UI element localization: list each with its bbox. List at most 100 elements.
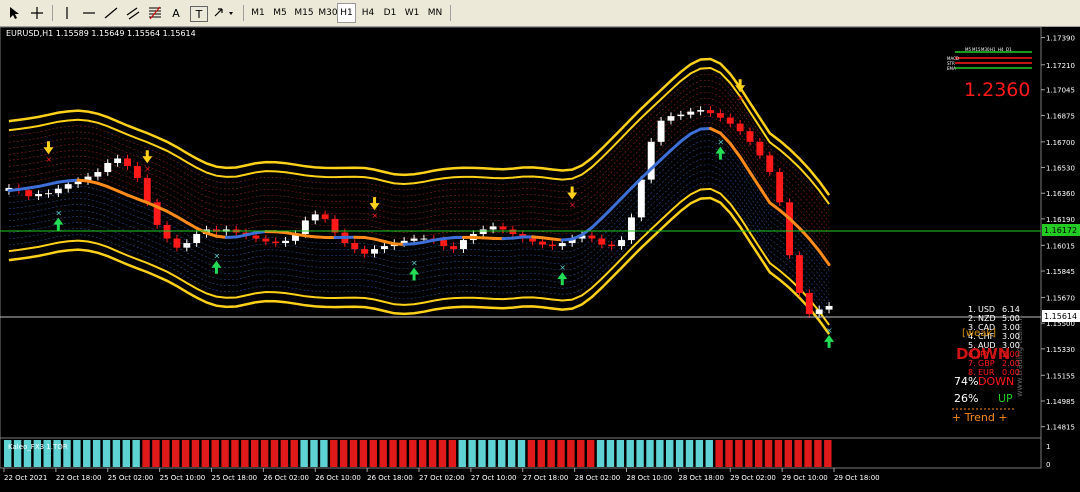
candle-bear xyxy=(539,242,546,245)
sub-bar-down xyxy=(765,440,772,467)
fibonacci-icon[interactable] xyxy=(146,3,164,23)
y-tick-label: 1.16015 xyxy=(1046,242,1075,250)
y-tick-label: 1.17390 xyxy=(1046,35,1075,43)
sub-bar-up xyxy=(656,440,663,467)
toolbar-separator xyxy=(450,5,451,21)
sub-bar-down xyxy=(330,440,337,467)
candle-bear xyxy=(707,110,714,113)
candle-bear xyxy=(262,239,269,242)
sub-bar-up xyxy=(488,440,495,467)
sub-bar-up xyxy=(113,440,120,467)
sub-bar-down xyxy=(370,440,377,467)
y-axis: 1.173901.172101.170451.168751.167001.165… xyxy=(1041,35,1075,469)
cs-value-1: 6.14 xyxy=(1002,305,1020,314)
x-tick-label: 29 Oct 10:00 xyxy=(782,474,828,482)
x-tick-label: 27 Oct 10:00 xyxy=(471,474,517,482)
sub-bar-up xyxy=(83,440,90,467)
cs-rank-1: 1. xyxy=(968,305,976,314)
candle-bear xyxy=(608,245,615,247)
sub-bar-down xyxy=(281,440,288,467)
sub-bar-down xyxy=(725,440,732,467)
price-chart[interactable]: ××××××××××× 1.173901.172101.170451.16875… xyxy=(0,27,1080,488)
candle-bull xyxy=(687,112,694,115)
timeframe-mn[interactable]: MN xyxy=(424,3,446,23)
horizontal-line-icon[interactable] xyxy=(80,3,98,23)
candle-bull xyxy=(302,220,309,234)
big-price: 1.2360 xyxy=(964,79,1030,101)
x-tick-label: 28 Oct 18:00 xyxy=(678,474,724,482)
candle-bull xyxy=(668,116,675,121)
trend-line-icon[interactable] xyxy=(102,3,120,23)
x-axis: 22 Oct 202122 Oct 18:0025 Oct 02:0025 Oc… xyxy=(4,468,880,482)
x-tick-label: 26 Oct 02:00 xyxy=(263,474,309,482)
x-tick-label: 29 Oct 02:00 xyxy=(730,474,776,482)
sell-cross-icon: × xyxy=(372,211,379,220)
cs-overlay-down: DOWN xyxy=(956,345,1010,363)
cursor-icon[interactable] xyxy=(6,3,24,23)
candle-bear xyxy=(796,255,803,293)
candle-bear xyxy=(509,229,516,234)
sub-bar-down xyxy=(538,440,545,467)
buy-cross-icon: × xyxy=(717,138,724,147)
sub-bar-down xyxy=(528,440,535,467)
sub-bar-up xyxy=(646,440,653,467)
timeframe-d1[interactable]: D1 xyxy=(380,3,400,23)
sub-bar-down xyxy=(399,440,406,467)
candle-bull xyxy=(628,217,635,240)
x-tick-label: 25 Oct 18:00 xyxy=(212,474,258,482)
candle-bear xyxy=(332,219,339,233)
sub-bar-down xyxy=(814,440,821,467)
candle-bull xyxy=(104,163,111,172)
timeframe-m15[interactable]: M15 xyxy=(292,3,316,23)
candle-bull xyxy=(401,241,408,243)
sell-cross-icon: × xyxy=(737,93,744,102)
timeframe-h1[interactable]: H1 xyxy=(337,3,356,23)
cs-code-1: USD xyxy=(978,305,995,314)
timeframe-h4[interactable]: H4 xyxy=(358,3,378,23)
sub-bar-up xyxy=(468,440,475,467)
candle-bear xyxy=(351,243,358,249)
x-tick-label: 28 Oct 02:00 xyxy=(575,474,621,482)
candle-bull xyxy=(826,306,833,310)
candle-bull xyxy=(371,249,378,254)
sub-bar-down xyxy=(192,440,199,467)
sub-bar-up xyxy=(123,440,130,467)
x-tick-label: 25 Oct 10:00 xyxy=(160,474,206,482)
timeframe-m1[interactable]: M1 xyxy=(248,3,268,23)
sell-cross-icon: × xyxy=(569,201,576,210)
sub-bar-down xyxy=(775,440,782,467)
chart-canvas[interactable]: ××××××××××× 1.173901.172101.170451.16875… xyxy=(0,27,1080,488)
timeframe-m5[interactable]: M5 xyxy=(269,3,291,23)
sub-bar-down xyxy=(449,440,456,467)
cs-value-3: 3.00 xyxy=(1002,323,1020,332)
sub-bar-down xyxy=(231,440,238,467)
sub-bar-down xyxy=(162,440,169,467)
toolbar-separator xyxy=(243,5,244,21)
text-label-icon[interactable]: T xyxy=(190,6,208,22)
sentiment-down-pct: 74% xyxy=(954,375,978,388)
sentiment-down-label: DOWN xyxy=(978,375,1014,388)
sub-bar-up xyxy=(686,440,693,467)
sentiment-up-label: UP xyxy=(998,392,1013,405)
candle-bull xyxy=(816,310,823,315)
candle-bull xyxy=(480,229,487,234)
crosshair-icon[interactable] xyxy=(28,3,46,23)
candle-bear xyxy=(717,113,724,118)
y-tick-label: 1.15330 xyxy=(1046,346,1075,354)
text-icon[interactable]: A xyxy=(168,3,184,23)
x-tick-label: 22 Oct 18:00 xyxy=(56,474,102,482)
sub-bar-down xyxy=(251,440,258,467)
timeframe-w1[interactable]: W1 xyxy=(402,3,422,23)
sub-bar-up xyxy=(518,440,525,467)
channel-icon[interactable] xyxy=(124,3,142,23)
sub-bar-down xyxy=(439,440,446,467)
candle-bull xyxy=(45,193,52,194)
candle-bear xyxy=(272,242,279,244)
vertical-line-icon[interactable] xyxy=(58,3,76,23)
arrow-shapes-icon[interactable] xyxy=(212,3,238,23)
sub-y-tick-label: 1 xyxy=(1046,443,1050,451)
y-tick-label: 1.14815 xyxy=(1046,424,1075,432)
candle-bear xyxy=(450,246,457,249)
sub-bar-up xyxy=(498,440,505,467)
sub-bar-down xyxy=(745,440,752,467)
